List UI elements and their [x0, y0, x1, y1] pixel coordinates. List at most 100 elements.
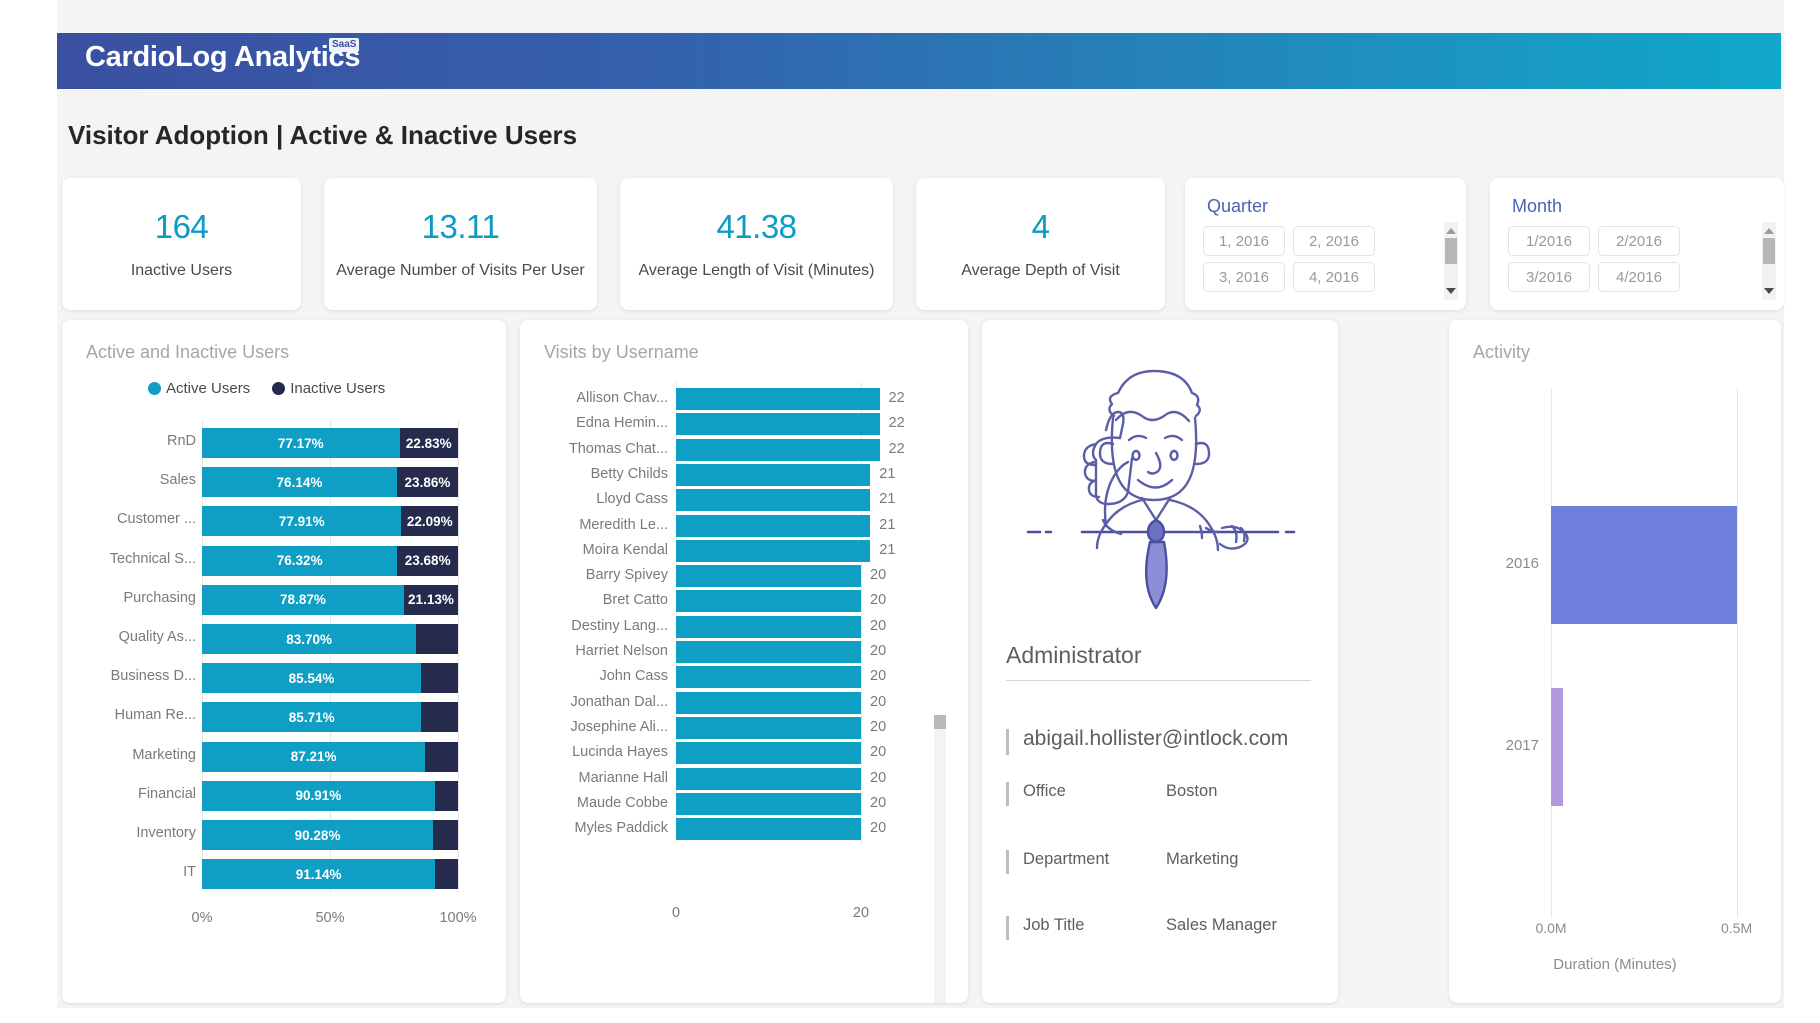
bar-segment-active[interactable]: 90.91%	[202, 780, 435, 811]
slicer-option[interactable]: 3, 2016	[1203, 262, 1285, 292]
bar-row[interactable]: Thomas Chat... 22	[544, 437, 944, 463]
scroll-down-arrow-icon[interactable]	[1446, 288, 1456, 298]
bar-row[interactable]: 2016	[1477, 506, 1757, 624]
bar-row[interactable]: 2017	[1477, 688, 1757, 806]
bar-row[interactable]: Josephine Ali... 20	[544, 715, 944, 741]
scrollbar-thumb[interactable]	[1445, 238, 1457, 264]
bar-row[interactable]: Lucinda Hayes 20	[544, 740, 944, 766]
kpi-card-3[interactable]: 41.38 Average Length of Visit (Minutes)	[620, 178, 893, 310]
bar-row[interactable]: RnD 77.17% 22.83%	[84, 428, 484, 458]
bar[interactable]	[676, 716, 861, 739]
bar-row[interactable]: Lloyd Cass 21	[544, 487, 944, 513]
bar-row[interactable]: Inventory 90.28%	[84, 820, 484, 850]
bar-segment-active[interactable]: 91.14%	[202, 859, 436, 890]
kpi-card-1[interactable]: 164 Inactive Users	[62, 178, 301, 310]
bar-row[interactable]: Technical S... 76.32% 23.68%	[84, 545, 484, 576]
bar-row[interactable]: John Cass 20	[544, 664, 944, 690]
bar[interactable]	[1551, 688, 1563, 806]
bar-segment-active[interactable]: 83.70%	[202, 624, 417, 654]
bar-row[interactable]: Business D... 85.54%	[84, 663, 484, 694]
scroll-up-arrow-icon[interactable]	[1764, 224, 1774, 234]
bar[interactable]	[676, 742, 861, 765]
scrollbar-thumb[interactable]	[1763, 238, 1775, 264]
bar-row[interactable]: Sales 76.14% 23.86%	[84, 467, 484, 498]
bar[interactable]	[676, 641, 861, 663]
bar-segment-inactive[interactable]	[434, 780, 458, 811]
bar[interactable]	[676, 615, 861, 638]
bar-segment-inactive[interactable]: 23.86%	[396, 467, 458, 498]
bar-row[interactable]: Meredith Le... 21	[544, 513, 944, 539]
bar[interactable]	[676, 818, 861, 841]
bar-row[interactable]: Marketing 87.21%	[84, 741, 484, 772]
scroll-up-arrow-icon[interactable]	[1446, 224, 1456, 234]
slicer-option[interactable]: 3/2016	[1508, 262, 1590, 292]
slicer-scrollbar[interactable]	[1762, 222, 1776, 300]
bar[interactable]	[676, 539, 871, 562]
bar[interactable]	[676, 489, 871, 512]
bar-segment-active[interactable]: 77.91%	[202, 506, 402, 537]
bar-row[interactable]: Bret Catto 20	[544, 588, 944, 614]
bar-row[interactable]: Quality As... 83.70%	[84, 624, 484, 654]
legend-item-active-users[interactable]: Active Users	[148, 380, 250, 397]
slicer-month[interactable]: Month 1/2016 2/2016 3/2016 4/2016	[1490, 178, 1784, 310]
bar[interactable]	[676, 388, 880, 410]
bar-row[interactable]: Human Re... 85.71%	[84, 702, 484, 733]
chart-panel-active-inactive-users[interactable]: Active and Inactive Users Active Users I…	[62, 320, 506, 1003]
chart-vertical-scrollbar[interactable]	[934, 715, 946, 1003]
bar-segment-inactive[interactable]	[421, 702, 458, 733]
scrollbar-thumb[interactable]	[934, 715, 946, 729]
bar-row[interactable]: IT 91.14%	[84, 859, 484, 890]
slicer-scrollbar[interactable]	[1444, 222, 1458, 300]
bar-row[interactable]: Customer ... 77.91% 22.09%	[84, 506, 484, 537]
bar-row[interactable]: Myles Paddick 20	[544, 816, 944, 842]
bar-segment-active[interactable]: 76.32%	[202, 545, 398, 576]
slicer-option[interactable]: 4, 2016	[1293, 262, 1375, 292]
bar[interactable]	[676, 514, 871, 537]
bar-segment-active[interactable]: 85.54%	[202, 663, 421, 694]
bar[interactable]	[676, 792, 861, 815]
bar-segment-active[interactable]: 85.71%	[202, 702, 422, 733]
bar-segment-active[interactable]: 76.14%	[202, 467, 397, 498]
bar-segment-inactive[interactable]: 22.09%	[401, 506, 458, 537]
bar-row[interactable]: Purchasing 78.87% 21.13%	[84, 584, 484, 615]
bar-segment-inactive[interactable]	[420, 663, 458, 694]
chart-panel-visits-by-username[interactable]: Visits by Username Allison Chav... 22 Edna…	[520, 320, 968, 1003]
bar-segment-inactive[interactable]	[425, 741, 458, 772]
legend-item-inactive-users[interactable]: Inactive Users	[272, 380, 385, 397]
bar[interactable]	[676, 590, 861, 613]
slicer-option[interactable]: 2, 2016	[1293, 226, 1375, 256]
bar-row[interactable]: Marianne Hall 20	[544, 766, 944, 792]
slicer-option[interactable]: 4/2016	[1598, 262, 1680, 292]
kpi-card-2[interactable]: 13.11 Average Number of Visits Per User	[324, 178, 597, 310]
slicer-option[interactable]: 2/2016	[1598, 226, 1680, 256]
bar[interactable]	[1551, 506, 1737, 624]
bar-row[interactable]: Betty Childs 21	[544, 462, 944, 488]
bar-segment-inactive[interactable]	[433, 820, 458, 850]
bar-segment-inactive[interactable]	[435, 859, 458, 890]
slicer-quarter[interactable]: Quarter 1, 2016 2, 2016 3, 2016 4, 2016	[1185, 178, 1466, 310]
bar-segment-inactive[interactable]	[416, 624, 458, 654]
bar-row[interactable]: Financial 90.91%	[84, 780, 484, 811]
bar-row[interactable]: Barry Spivey 20	[544, 563, 944, 589]
bar[interactable]	[676, 463, 871, 486]
bar[interactable]	[676, 666, 861, 689]
bar-row[interactable]: Jonathan Dal... 20	[544, 690, 944, 716]
bar-row[interactable]: Moira Kendal 21	[544, 538, 944, 564]
bar-row[interactable]: Maude Cobbe 20	[544, 791, 944, 817]
bar-segment-active[interactable]: 87.21%	[202, 741, 426, 772]
slicer-option[interactable]: 1/2016	[1508, 226, 1590, 256]
bar[interactable]	[676, 413, 880, 436]
bar[interactable]	[676, 565, 861, 588]
kpi-card-4[interactable]: 4 Average Depth of Visit	[916, 178, 1165, 310]
bar-segment-inactive[interactable]: 21.13%	[403, 584, 458, 615]
bar-row[interactable]: Harriet Nelson 20	[544, 639, 944, 665]
bar-segment-active[interactable]: 90.28%	[202, 820, 434, 850]
chart-panel-activity[interactable]: Activity 2016 2017 0.0M 0.5M Duration (Min…	[1449, 320, 1781, 1003]
slicer-option[interactable]: 1, 2016	[1203, 226, 1285, 256]
scroll-down-arrow-icon[interactable]	[1764, 288, 1774, 298]
bar[interactable]	[676, 691, 861, 714]
chart-legend-active-inactive-users[interactable]: Active Users Inactive Users	[148, 380, 385, 397]
bar-row[interactable]: Destiny Lang... 20	[544, 614, 944, 640]
bar-segment-inactive[interactable]: 22.83%	[399, 428, 458, 458]
bar-row[interactable]: Edna Hemin... 22	[544, 411, 944, 437]
